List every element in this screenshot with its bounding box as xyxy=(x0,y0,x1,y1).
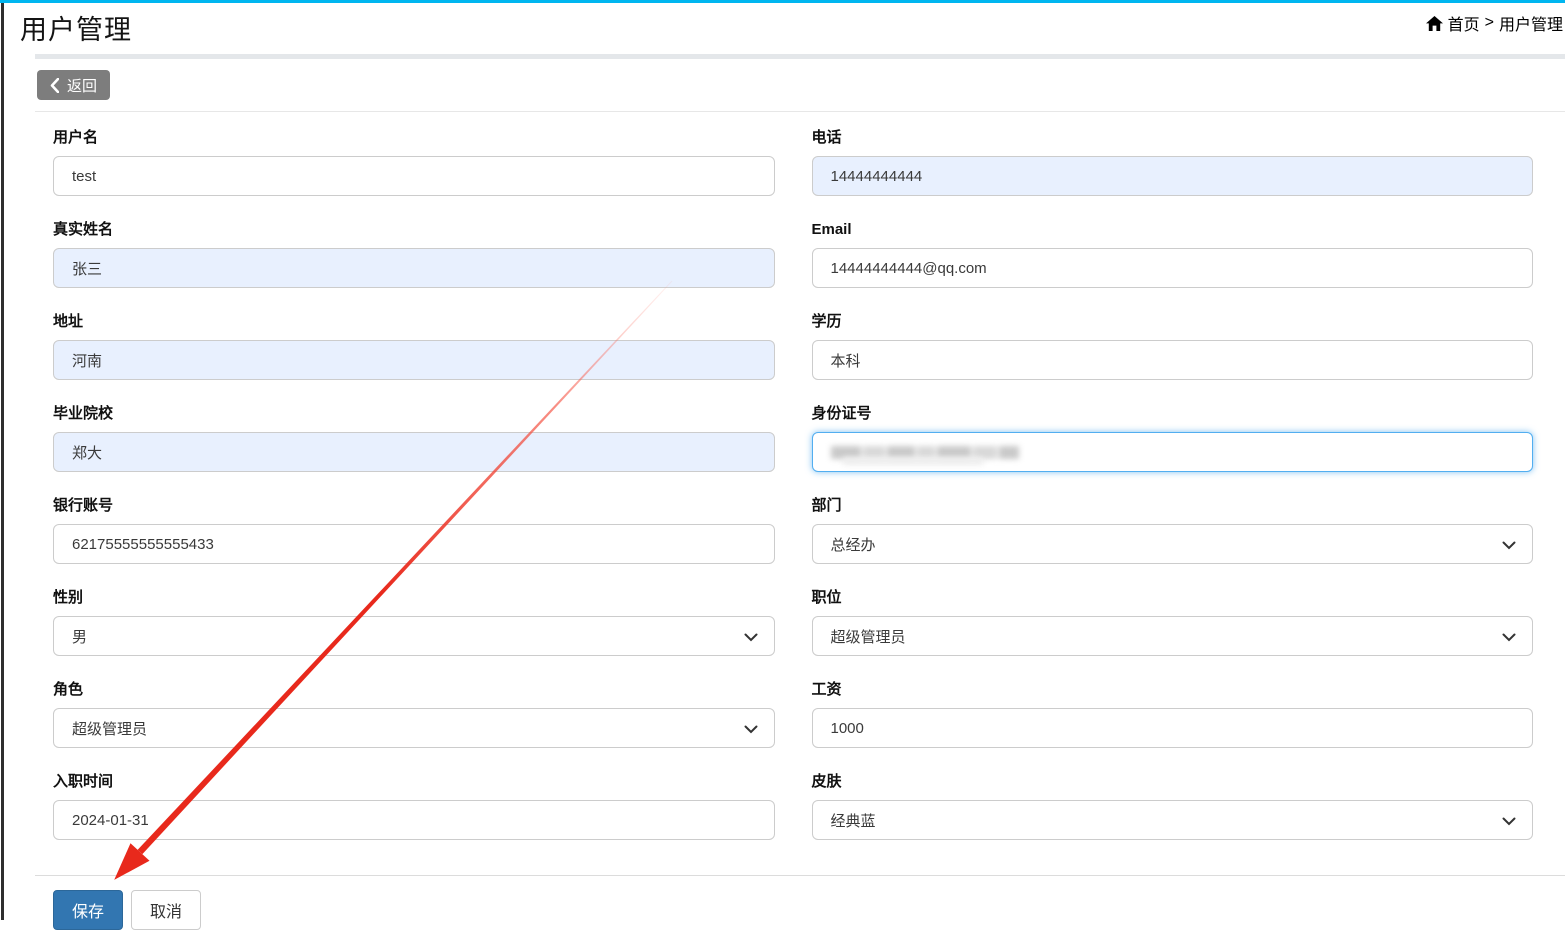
form-field: 电话 xyxy=(811,128,1533,196)
form-field: 银行账号 xyxy=(53,496,775,564)
form-field: 入职时间 xyxy=(53,772,775,840)
chevron-left-icon xyxy=(50,77,59,93)
page-title: 用户管理 xyxy=(20,15,132,45)
form-actions: 保存 取消 xyxy=(35,876,1565,930)
chevron-down-icon xyxy=(744,633,757,642)
chevron-down-icon xyxy=(1502,633,1516,642)
breadcrumb-separator: > xyxy=(1484,14,1494,31)
cancel-button[interactable]: 取消 xyxy=(131,890,202,930)
field-label: 职位 xyxy=(811,589,842,606)
text-field[interactable] xyxy=(811,156,1533,196)
form-field: 地址 xyxy=(53,312,775,380)
form-field: 角色超级管理员 xyxy=(53,680,775,748)
form-field: 毕业院校 xyxy=(53,404,775,472)
field-label: 工资 xyxy=(811,681,842,698)
field-label: 性别 xyxy=(53,589,84,606)
field-label: 部门 xyxy=(811,497,842,514)
text-field[interactable] xyxy=(811,248,1533,288)
form-field: 用户名 xyxy=(53,128,775,196)
field-label: 地址 xyxy=(53,313,84,330)
top-accent-line xyxy=(0,0,1565,3)
select-value: 超级管理员 xyxy=(72,720,148,738)
text-field[interactable] xyxy=(811,708,1533,748)
chevron-down-icon xyxy=(744,725,757,734)
text-field[interactable] xyxy=(53,156,775,196)
select-field[interactable]: 超级管理员 xyxy=(53,708,775,748)
breadcrumb-home[interactable]: 首页 xyxy=(1448,11,1480,35)
text-field[interactable] xyxy=(53,524,775,564)
select-value: 总经办 xyxy=(830,536,876,554)
form-field: 工资 xyxy=(811,680,1533,748)
user-form: 用户名真实姓名地址毕业院校银行账号性别男角色超级管理员入职时间 电话Email学… xyxy=(35,112,1565,864)
form-field: Email xyxy=(811,220,1533,288)
back-button[interactable]: 返回 xyxy=(37,70,111,100)
content-panel: 返回 用户名真实姓名地址毕业院校银行账号性别男角色超级管理员入职时间 电话Ema… xyxy=(35,54,1565,930)
form-column-right: 电话 Email 学历身份证号部门总经办职位超级管理员工资皮肤经典蓝 xyxy=(811,128,1533,864)
form-column-left: 用户名真实姓名地址毕业院校银行账号性别男角色超级管理员入职时间 xyxy=(53,128,775,864)
collapsed-sidebar-edge xyxy=(1,3,4,920)
field-label: 毕业院校 xyxy=(53,405,114,422)
chevron-down-icon xyxy=(1502,541,1516,550)
select-field[interactable]: 经典蓝 xyxy=(811,800,1533,840)
field-label: 银行账号 xyxy=(53,497,114,514)
panel-header: 返回 xyxy=(35,59,1565,112)
text-field[interactable] xyxy=(53,432,775,472)
select-value: 超级管理员 xyxy=(830,628,906,646)
form-field: 职位超级管理员 xyxy=(811,588,1533,656)
select-field[interactable]: 男 xyxy=(53,616,775,656)
text-field[interactable] xyxy=(53,800,775,840)
page-header: 用户管理 首页 > 用户管理 xyxy=(4,3,1565,55)
field-label: 身份证号 xyxy=(811,405,872,422)
form-field: 部门总经办 xyxy=(811,496,1533,564)
form-field: 真实姓名 xyxy=(53,220,775,288)
breadcrumb: 首页 > 用户管理 xyxy=(1425,11,1563,35)
text-field[interactable] xyxy=(53,340,775,380)
chevron-down-icon xyxy=(1502,817,1516,826)
field-label: 用户名 xyxy=(53,129,99,146)
form-field: 学历 xyxy=(811,312,1533,380)
form-field: 性别男 xyxy=(53,588,775,656)
home-icon xyxy=(1425,15,1443,31)
back-button-label: 返回 xyxy=(67,77,98,95)
redacted-smear xyxy=(842,457,983,465)
select-field[interactable]: 总经办 xyxy=(811,524,1533,564)
breadcrumb-current: 用户管理 xyxy=(1498,17,1563,34)
select-value: 经典蓝 xyxy=(830,812,876,830)
field-label: 真实姓名 xyxy=(53,221,114,238)
select-field[interactable]: 超级管理员 xyxy=(811,616,1533,656)
field-label: 入职时间 xyxy=(53,773,114,790)
text-field[interactable] xyxy=(53,248,775,288)
field-label: 角色 xyxy=(53,681,84,698)
save-button[interactable]: 保存 xyxy=(53,890,124,930)
field-label: Email xyxy=(811,221,852,238)
text-field[interactable] xyxy=(811,340,1533,380)
form-field: 皮肤经典蓝 xyxy=(811,772,1533,840)
field-label: 电话 xyxy=(811,129,842,146)
form-field: 身份证号 xyxy=(811,404,1533,472)
id-number-field[interactable] xyxy=(811,432,1533,472)
select-value: 男 xyxy=(72,628,88,646)
field-label: 学历 xyxy=(811,313,842,330)
field-label: 皮肤 xyxy=(811,773,842,790)
